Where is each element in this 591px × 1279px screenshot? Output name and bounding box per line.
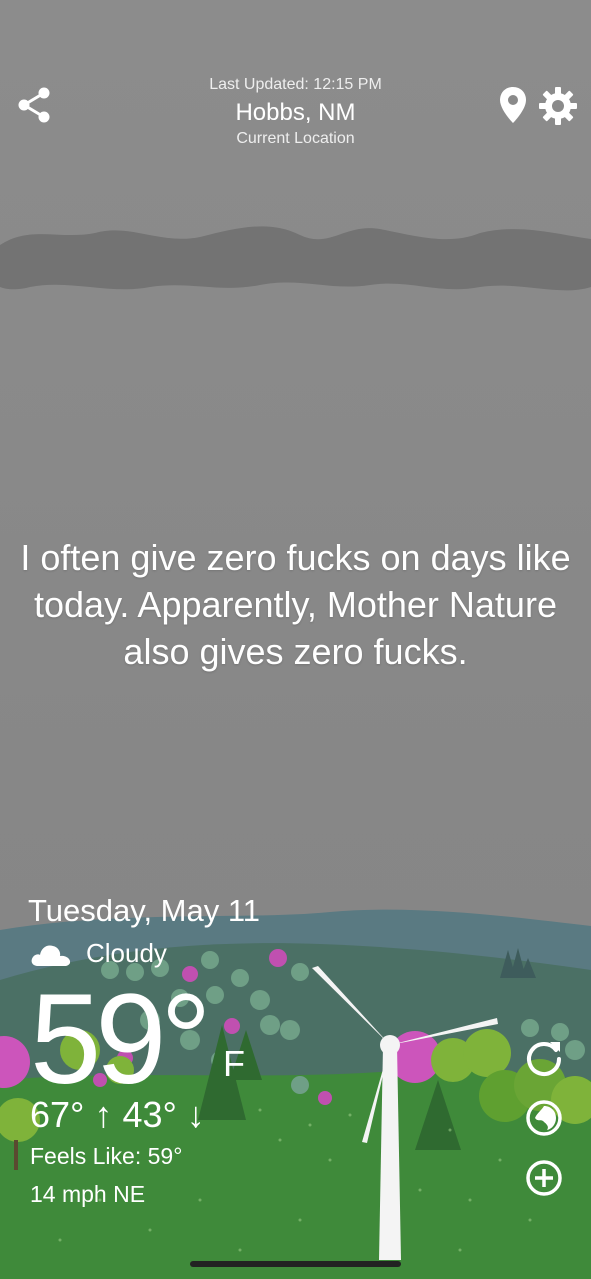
cloud-band: [0, 226, 591, 291]
wind-speed: 14 mph NE: [30, 1181, 146, 1207]
temperature-unit[interactable]: F: [223, 1043, 245, 1085]
home-indicator[interactable]: [190, 1261, 401, 1267]
date-label: Tuesday, May 11: [28, 893, 261, 928]
feels-like: Feels Like: 59°: [30, 1143, 183, 1169]
add-icon[interactable]: [523, 1157, 565, 1199]
location-pin-icon[interactable]: [499, 86, 527, 124]
location-label: Current Location: [236, 130, 355, 147]
gear-icon[interactable]: [538, 86, 578, 126]
radar-icon[interactable]: [523, 1097, 565, 1139]
cloud-icon: [31, 945, 71, 966]
condition-label: Cloudy: [86, 938, 167, 968]
refresh-icon[interactable]: [523, 1036, 565, 1078]
weather-quote: I often give zero fucks on days like tod…: [20, 537, 571, 672]
high-low-temperature: 67° ↑ 43° ↓: [30, 1094, 205, 1135]
current-temperature: 59°: [30, 968, 212, 1111]
